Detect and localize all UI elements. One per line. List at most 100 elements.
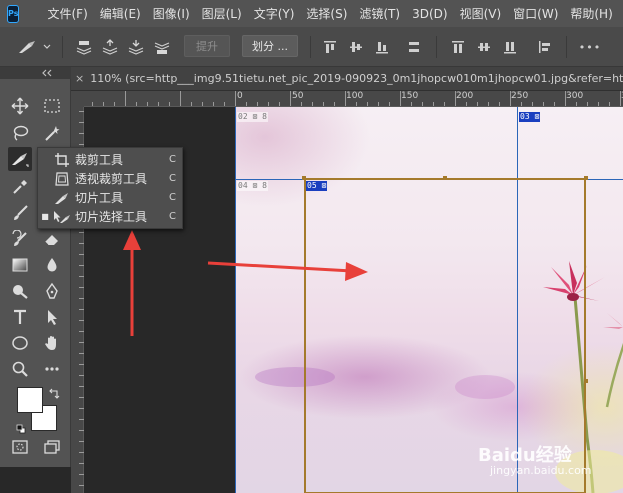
distribute-bottom-icon[interactable] xyxy=(500,38,520,56)
distribute-vcenter-icon[interactable] xyxy=(474,38,494,56)
menu-bar: Ps 文件(F) 编辑(E) 图像(I) 图层(L) 文字(Y) 选择(S) 滤… xyxy=(0,0,623,27)
slice-tool-icon xyxy=(17,39,39,55)
slice-guide xyxy=(586,179,623,180)
flyout-item-slice[interactable]: 切片工具 C xyxy=(38,188,184,207)
menu-edit[interactable]: 编辑(E) xyxy=(100,5,141,22)
align-top-icon[interactable] xyxy=(320,38,340,56)
gradient-icon[interactable] xyxy=(8,253,32,277)
flyout-item-slice-select[interactable]: ■ 切片选择工具 C xyxy=(38,207,184,226)
document-tab[interactable]: × 110% (src=http___img9.51tietu.net_pic_… xyxy=(71,67,623,91)
menu-window[interactable]: 窗口(W) xyxy=(513,5,558,22)
eraser-icon[interactable] xyxy=(40,227,64,251)
ruler-label: 100 xyxy=(346,91,364,101)
baidu-watermark: Baidu经验 jingyan.baidu.com xyxy=(470,437,620,487)
slice-guide xyxy=(236,179,304,180)
dodge-icon[interactable] xyxy=(8,279,32,303)
send-to-back-icon[interactable] xyxy=(152,38,172,56)
ruler-label: 300 xyxy=(566,91,584,101)
magic-wand-icon[interactable] xyxy=(40,121,64,145)
menu-layer[interactable]: 图层(L) xyxy=(202,5,242,22)
bring-forward-icon[interactable] xyxy=(100,38,120,56)
slice-handle[interactable] xyxy=(584,379,588,383)
shortcut-key: C xyxy=(169,192,176,203)
document-title: 110% (src=http___img9.51tietu.net_pic_20… xyxy=(90,72,623,85)
photoshop-logo: Ps xyxy=(7,4,20,23)
brush-icon[interactable] xyxy=(8,201,32,225)
swap-colors-icon[interactable] xyxy=(48,385,60,404)
ruler-label: 200 xyxy=(456,91,474,101)
perspective-crop-icon xyxy=(52,171,72,187)
shortcut-key: C xyxy=(169,173,176,184)
flyout-item-crop[interactable]: 裁剪工具 C xyxy=(38,150,184,169)
shortcut-key: C xyxy=(169,211,176,222)
lasso-icon[interactable] xyxy=(8,121,32,145)
ellipse-icon[interactable] xyxy=(8,331,32,355)
ruler-label: 150 xyxy=(401,91,419,101)
slice-guide xyxy=(235,107,236,493)
flyout-item-perspective-crop[interactable]: 透视裁剪工具 C xyxy=(38,169,184,188)
divide-slice-button[interactable]: 划分 ... xyxy=(242,35,298,57)
toolbox-header[interactable] xyxy=(0,67,71,79)
move-icon[interactable] xyxy=(8,94,32,118)
watermark-url: jingyan.baidu.com xyxy=(490,464,592,477)
menu-help[interactable]: 帮助(H) xyxy=(570,5,612,22)
slice-tool-icon[interactable] xyxy=(8,147,32,171)
options-bar: 提升 划分 ... ••• xyxy=(0,27,623,67)
hand-icon[interactable] xyxy=(40,331,64,355)
align-left-icon[interactable] xyxy=(404,38,424,56)
ruler-label: 250 xyxy=(511,91,529,101)
slice-tag[interactable]: 03 ⊠ xyxy=(519,112,541,122)
pen-icon[interactable] xyxy=(40,279,64,303)
photoshop-window: Ps 文件(F) 编辑(E) 图像(I) 图层(L) 文字(Y) 选择(S) 滤… xyxy=(0,0,623,493)
menu-type[interactable]: 文字(Y) xyxy=(254,5,295,22)
bring-to-front-icon[interactable] xyxy=(74,38,94,56)
slice-handle[interactable] xyxy=(302,176,306,180)
distribute-left-icon[interactable] xyxy=(534,38,554,56)
slice-tag[interactable]: 02 ⊠ 8 xyxy=(237,112,268,122)
slice-handle[interactable] xyxy=(584,176,588,180)
type-icon[interactable] xyxy=(8,305,32,329)
screen-mode-icon[interactable] xyxy=(40,435,64,459)
slice-number: 04 xyxy=(238,181,248,190)
tool-preset-picker[interactable] xyxy=(16,37,52,57)
menu-view[interactable]: 视图(V) xyxy=(460,5,502,22)
slice-handle[interactable] xyxy=(443,176,447,180)
eyedropper-icon[interactable] xyxy=(8,175,32,199)
history-brush-icon[interactable] xyxy=(8,227,32,251)
ruler-horizontal[interactable]: 0 50 100 150 200 250 300 350 xyxy=(84,91,623,107)
collapse-icon[interactable] xyxy=(40,69,54,77)
send-backward-icon[interactable] xyxy=(126,38,146,56)
align-vcenter-icon[interactable] xyxy=(346,38,366,56)
menu-file[interactable]: 文件(F) xyxy=(47,5,87,22)
align-bottom-icon[interactable] xyxy=(372,38,392,56)
more-tools-icon[interactable] xyxy=(40,357,64,381)
close-icon[interactable]: × xyxy=(75,72,84,85)
slice-number: 02 xyxy=(238,112,248,121)
marquee-icon[interactable] xyxy=(40,94,64,118)
foreground-color-swatch[interactable] xyxy=(17,387,43,413)
slice-tag[interactable]: 04 ⊠ 8 xyxy=(237,181,268,191)
crop-icon xyxy=(52,152,72,168)
quick-mask-icon[interactable] xyxy=(8,435,32,459)
menu-3d[interactable]: 3D(D) xyxy=(412,7,447,21)
promote-button[interactable]: 提升 xyxy=(184,35,230,57)
menu-filter[interactable]: 滤镜(T) xyxy=(359,5,400,22)
menu-image[interactable]: 图像(I) xyxy=(153,5,190,22)
more-options-button[interactable]: ••• xyxy=(576,38,604,56)
path-select-icon[interactable] xyxy=(40,305,64,329)
slice-icon xyxy=(52,190,72,206)
distribute-top-icon[interactable] xyxy=(448,38,468,56)
flyout-label: 透视裁剪工具 xyxy=(75,172,148,186)
ruler-corner[interactable] xyxy=(71,91,84,107)
flyout-label: 切片工具 xyxy=(75,191,124,205)
blur-icon[interactable] xyxy=(40,253,64,277)
zoom-icon[interactable] xyxy=(8,357,32,381)
chevron-down-icon xyxy=(43,44,51,50)
flyout-label: 裁剪工具 xyxy=(75,153,124,167)
tool-flyout-menu: 裁剪工具 C 透视裁剪工具 C 切片工具 C ■ 切片选择工具 C xyxy=(37,147,183,229)
flyout-label: 切片选择工具 xyxy=(75,210,148,224)
toolbox xyxy=(0,79,71,467)
menu-select[interactable]: 选择(S) xyxy=(306,5,347,22)
selected-bullet: ■ xyxy=(41,212,49,221)
slice-select-icon xyxy=(52,209,72,225)
